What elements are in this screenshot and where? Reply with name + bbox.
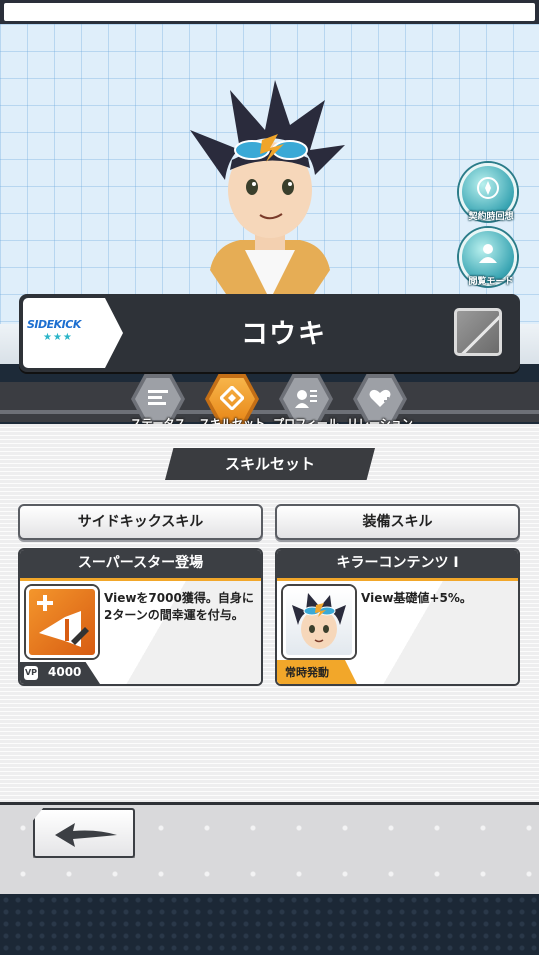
user-icon <box>479 244 497 263</box>
tab-relation[interactable]: リレーション <box>347 374 413 430</box>
megaphone-icon <box>37 595 89 647</box>
rank-badge <box>23 298 123 368</box>
tab-status[interactable]: ステータス <box>127 374 189 430</box>
equip-icon-frame <box>283 586 355 658</box>
relation-icon <box>369 389 392 407</box>
profile-icon <box>295 390 317 408</box>
top-strip <box>0 0 539 24</box>
back-arrow-icon <box>55 823 117 847</box>
passive-tag: 常時発動 <box>277 660 357 684</box>
contract-recall-label: 契約時回想 <box>468 212 514 222</box>
sidekick-skill-card[interactable]: スーパースター登場 Viewを7000獲得。自身に2ターンの間幸運を付与。 VP… <box>18 548 263 686</box>
back-button[interactable] <box>33 808 135 858</box>
character-name-bar: SIDEKICK ★★★ コウキ <box>19 294 520 372</box>
sidekick-skill-button[interactable]: サイドキックスキル <box>18 504 263 540</box>
vp-icon: VP <box>24 666 38 680</box>
character-name: コウキ <box>241 319 327 350</box>
passive-tag-label: 常時発動 <box>285 666 329 679</box>
view-mode-label: 閲覧モード <box>468 277 514 287</box>
equipped-skill-title: キラーコンテンツ I <box>277 550 518 578</box>
view-mode-button[interactable]: 閲覧モード <box>459 228 517 287</box>
section-title-text: スキルセット <box>224 455 315 473</box>
footer-decoration <box>0 894 539 955</box>
skill-cost-value: 4000 <box>48 665 82 679</box>
equipped-skill-description: View基礎値+5%。 <box>361 591 472 605</box>
tab-skillset[interactable]: スキルセット <box>199 374 265 430</box>
equipment-slot[interactable] <box>454 308 502 356</box>
contract-recall-button[interactable]: 契約時回想 <box>459 163 517 222</box>
sidekick-skill-title: スーパースター登場 <box>20 550 261 578</box>
section-title: スキルセット <box>165 448 375 480</box>
recall-icon <box>477 177 499 199</box>
character-portrait <box>190 80 345 300</box>
tab-profile[interactable]: プロフィール <box>273 374 339 430</box>
status-icon <box>148 390 168 405</box>
sidekick-skill-description: Viewを7000獲得。自身に2ターンの間幸運を付与。 <box>104 591 254 622</box>
equipped-skill-button[interactable]: 装備スキル <box>275 504 520 540</box>
character-face-icon <box>292 593 346 649</box>
skillset-icon <box>220 386 244 410</box>
skill-icon-frame <box>26 586 98 658</box>
rank-label: SIDEKICK <box>27 318 81 331</box>
rarity-stars: ★★★ <box>43 332 73 343</box>
equipped-skill-card[interactable]: キラーコンテンツ I View基礎値+5%。 常時発動 <box>275 548 520 686</box>
